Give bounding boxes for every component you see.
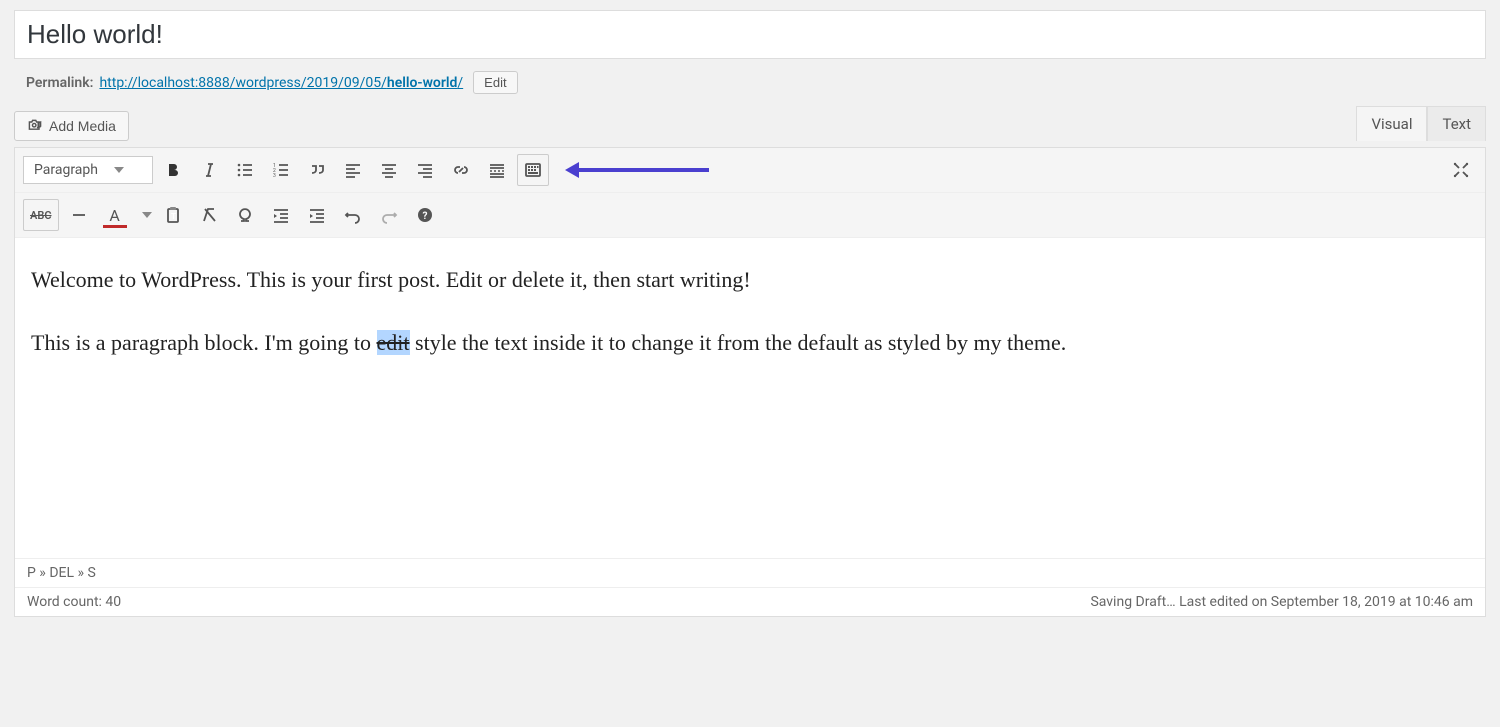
editor-container: Paragraph 123 ABC A xyxy=(14,147,1486,617)
fullscreen-button[interactable] xyxy=(1445,154,1477,186)
tab-text[interactable]: Text xyxy=(1427,106,1486,141)
permalink-slug-link[interactable]: hello-world xyxy=(387,75,458,91)
word-count: Word count: 40 xyxy=(27,594,121,610)
chevron-down-icon xyxy=(142,212,152,218)
element-path[interactable]: P » DEL » S xyxy=(15,559,1485,588)
numbered-list-button[interactable]: 123 xyxy=(265,154,297,186)
italic-button[interactable] xyxy=(193,154,225,186)
permalink-row: Permalink: http://localhost:8888/wordpre… xyxy=(14,67,1486,106)
post-title-input[interactable] xyxy=(27,19,1473,50)
format-dropdown[interactable]: Paragraph xyxy=(23,156,153,184)
content-paragraph-1: Welcome to WordPress. This is your first… xyxy=(31,262,1469,297)
svg-text:?: ? xyxy=(422,211,427,222)
svg-text:3: 3 xyxy=(273,173,276,179)
read-more-button[interactable] xyxy=(481,154,513,186)
svg-text:T: T xyxy=(171,212,176,221)
horizontal-rule-button[interactable] xyxy=(63,199,95,231)
bold-button[interactable] xyxy=(157,154,189,186)
toolbar-toggle-button[interactable] xyxy=(517,154,549,186)
selected-strikethrough-text: edit xyxy=(377,330,410,355)
status-bar: P » DEL » S Word count: 40 Saving Draft…… xyxy=(15,558,1485,616)
align-center-button[interactable] xyxy=(373,154,405,186)
editor-tabs: Visual Text xyxy=(1356,106,1486,141)
arrow-line xyxy=(579,168,709,172)
special-character-button[interactable] xyxy=(229,199,261,231)
help-button[interactable]: ? xyxy=(409,199,441,231)
align-right-button[interactable] xyxy=(409,154,441,186)
post-title-box xyxy=(14,10,1486,59)
p2-pre: This is a paragraph block. I'm going to xyxy=(31,330,377,355)
text-color-button[interactable]: A xyxy=(99,199,131,231)
toolbar-row-2: ABC A T ? xyxy=(15,193,1485,238)
permalink-trail[interactable]: / xyxy=(457,75,463,91)
chevron-down-icon xyxy=(114,167,124,173)
redo-button[interactable] xyxy=(373,199,405,231)
p2-post: style the text inside it to change it fr… xyxy=(410,330,1067,355)
permalink-edit-button[interactable]: Edit xyxy=(473,71,517,94)
strikethrough-button[interactable]: ABC xyxy=(23,199,59,231)
format-dropdown-label: Paragraph xyxy=(34,162,98,178)
clear-formatting-button[interactable] xyxy=(193,199,225,231)
permalink-label: Permalink: xyxy=(26,75,93,91)
permalink-base-link[interactable]: http://localhost:8888/wordpress/2019/09/… xyxy=(99,75,386,91)
text-color-dropdown[interactable] xyxy=(135,199,153,231)
save-status: Saving Draft… Last edited on September 1… xyxy=(1090,594,1473,610)
blockquote-button[interactable] xyxy=(301,154,333,186)
add-media-label: Add Media xyxy=(49,118,116,134)
paste-text-button[interactable]: T xyxy=(157,199,189,231)
content-paragraph-2: This is a paragraph block. I'm going to … xyxy=(31,325,1469,360)
tab-visual[interactable]: Visual xyxy=(1356,106,1427,141)
align-left-button[interactable] xyxy=(337,154,369,186)
outdent-button[interactable] xyxy=(265,199,297,231)
arrow-annotation xyxy=(565,162,709,178)
bullet-list-button[interactable] xyxy=(229,154,261,186)
camera-music-icon xyxy=(27,118,43,134)
toolbar-row-1: Paragraph 123 xyxy=(15,148,1485,193)
arrow-left-icon xyxy=(565,162,579,178)
undo-button[interactable] xyxy=(337,199,369,231)
editor-content[interactable]: Welcome to WordPress. This is your first… xyxy=(15,238,1485,558)
add-media-button[interactable]: Add Media xyxy=(14,111,129,141)
indent-button[interactable] xyxy=(301,199,333,231)
link-button[interactable] xyxy=(445,154,477,186)
